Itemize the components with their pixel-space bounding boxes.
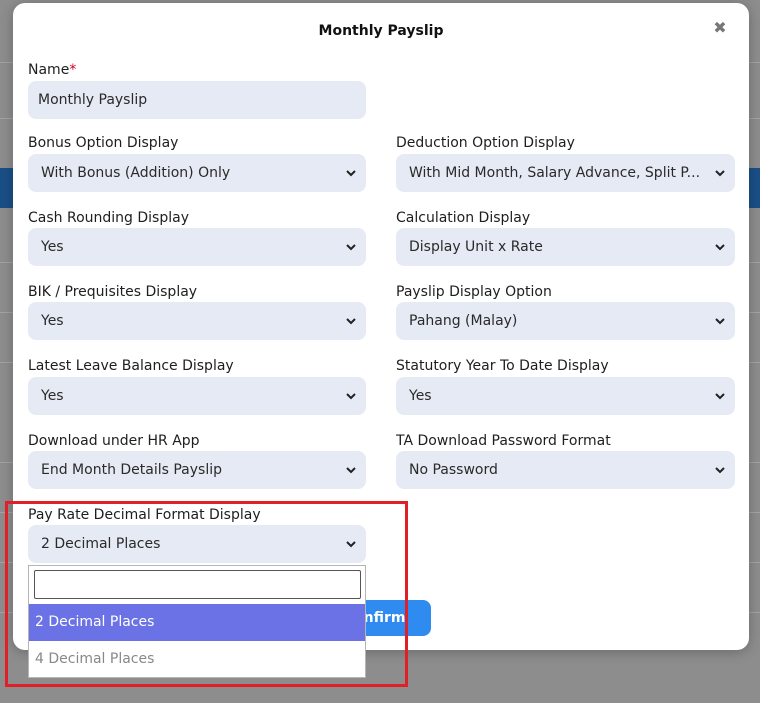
download-hr-label: Download under HR App — [28, 433, 200, 449]
modal-title: Monthly Payslip — [318, 23, 444, 39]
payslip-option-value: Pahang (Malay) — [409, 313, 518, 329]
ta-password-label: TA Download Password Format — [396, 433, 611, 449]
cash-rounding-select[interactable]: Yes — [28, 228, 366, 266]
chevron-down-icon — [715, 393, 725, 400]
ta-password-value: No Password — [409, 462, 498, 478]
bik-select[interactable]: Yes — [28, 302, 366, 340]
calculation-value: Display Unit x Rate — [409, 239, 543, 255]
chevron-down-icon — [715, 318, 725, 325]
name-label: Name* — [28, 62, 77, 78]
payslip-option-select[interactable]: Pahang (Malay) — [396, 302, 735, 340]
cash-rounding-label: Cash Rounding Display — [28, 210, 189, 226]
bonus-option-value: With Bonus (Addition) Only — [41, 165, 231, 181]
chevron-down-icon — [346, 318, 356, 325]
name-input-field[interactable] — [38, 92, 338, 108]
leave-balance-label: Latest Leave Balance Display — [28, 358, 234, 374]
close-icon[interactable]: ✖ — [711, 19, 729, 37]
bik-label: BIK / Prequisites Display — [28, 284, 198, 300]
statutory-ytd-label: Statutory Year To Date Display — [396, 358, 609, 374]
deduction-option-select[interactable]: With Mid Month, Salary Advance, Split P.… — [396, 154, 735, 192]
deduction-option-value: With Mid Month, Salary Advance, Split P.… — [409, 165, 701, 181]
calculation-label: Calculation Display — [396, 210, 531, 226]
ta-password-select[interactable]: No Password — [396, 451, 735, 489]
download-hr-select[interactable]: End Month Details Payslip — [28, 451, 366, 489]
chevron-down-icon — [346, 170, 356, 177]
name-input[interactable] — [28, 81, 366, 119]
chevron-down-icon — [346, 244, 356, 251]
statutory-ytd-select[interactable]: Yes — [396, 377, 735, 415]
deduction-option-label: Deduction Option Display — [396, 135, 575, 151]
bonus-option-select[interactable]: With Bonus (Addition) Only — [28, 154, 366, 192]
payslip-option-label: Payslip Display Option — [396, 284, 552, 300]
calculation-select[interactable]: Display Unit x Rate — [396, 228, 735, 266]
download-hr-value: End Month Details Payslip — [41, 462, 223, 478]
chevron-down-icon — [715, 244, 725, 251]
chevron-down-icon — [346, 467, 356, 474]
statutory-ytd-value: Yes — [409, 388, 432, 404]
leave-balance-value: Yes — [41, 388, 64, 404]
chevron-down-icon — [715, 170, 725, 177]
highlight-box — [5, 501, 408, 687]
leave-balance-select[interactable]: Yes — [28, 377, 366, 415]
bonus-option-label: Bonus Option Display — [28, 135, 179, 151]
cash-rounding-value: Yes — [41, 239, 64, 255]
required-marker: * — [69, 62, 77, 78]
bik-value: Yes — [41, 313, 64, 329]
chevron-down-icon — [346, 393, 356, 400]
chevron-down-icon — [715, 467, 725, 474]
